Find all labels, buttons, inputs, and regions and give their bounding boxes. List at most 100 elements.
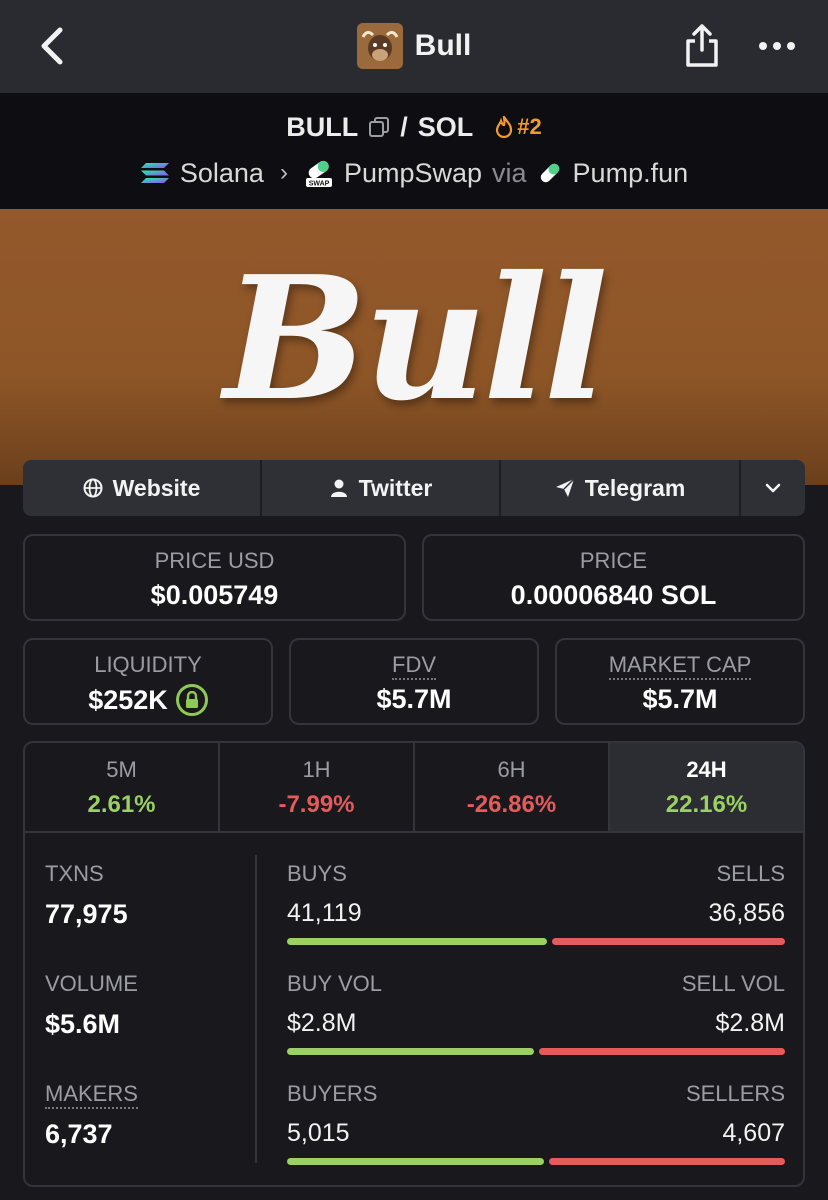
bull-icon [356,23,403,69]
flame-icon [496,116,513,138]
market-cap-value: $5.7M [642,684,718,714]
txns-value: 77,975 [45,899,128,929]
buyers-value: 5,015 [287,1119,350,1147]
chevron-right-icon: › [279,159,288,186]
lock-icon[interactable] [175,684,208,716]
via-label: via [492,157,527,188]
chain-breadcrumb: Solana › SWAP PumpSwap via Pump.fun [0,153,828,193]
sells-bar [551,938,785,945]
pair-separator: / [400,111,408,142]
stats-divider [255,855,257,1163]
more-links-button[interactable] [741,460,805,516]
buy-vol-label: BUY VOL [287,971,382,996]
fdv-label[interactable]: FDV [392,652,436,680]
user-icon [330,479,347,497]
tab-1h-label: 1H [302,757,331,782]
buys-label: BUYS [287,861,347,886]
buys-value: 41,119 [287,899,362,927]
buy-vol-bar [287,1048,534,1055]
base-symbol: BULL [286,111,359,142]
sells-value: 36,856 [708,899,785,927]
telegram-link[interactable]: Telegram [501,460,741,516]
copy-icon[interactable] [368,116,390,138]
trending-rank[interactable]: #2 [495,114,542,140]
tab-24h-change: 22.16% [665,791,748,818]
tab-6h-change: -26.86% [466,791,557,818]
price-native-value: 0.00006840 SOL [510,580,717,610]
liquidity-label: LIQUIDITY [94,652,202,677]
buyers-sellers-stat: BUYERS SELLERS 5,015 4,607 [287,1081,785,1165]
share-icon[interactable] [684,24,720,68]
price-usd-card: PRICE USD $0.005749 [23,534,406,621]
tab-24h-label: 24H [686,757,727,782]
makers-value: 6,737 [45,1119,113,1149]
chevron-down-icon [765,483,781,493]
volume-stat: VOLUME $5.6M [45,971,138,1040]
volume-label: VOLUME [45,971,138,996]
buyers-bar [287,1158,544,1165]
rank-label: #2 [517,114,542,139]
pumpswap-icon: SWAP [305,160,332,188]
timeframe-tabs: 5M 2.61% 1H -7.99% 6H -26.86% 24H 22.16% [25,743,803,833]
fdv-label-wrap: FDV [291,652,537,680]
tab-1h-change: -7.99% [278,791,355,818]
tab-5m-label: 5M [106,757,137,782]
globe-icon [83,478,103,498]
buys-bar [287,938,547,945]
tab-6h-label: 6H [497,757,526,782]
sells-label: SELLS [716,861,786,886]
website-link[interactable]: Website [23,460,262,516]
market-cap-label[interactable]: MARKET CAP [608,652,752,680]
tab-1h[interactable]: 1H -7.99% [220,743,415,831]
pair-header: BULL / SOL #2 Solana › SWAP PumpSwap via… [0,93,828,209]
price-native-card: PRICE 0.00006840 SOL [422,534,805,621]
buyers-label: BUYERS [287,1081,378,1106]
sell-vol-value: $2.8M [715,1009,785,1037]
market-cap-label-wrap: MARKET CAP [557,652,803,680]
tab-24h[interactable]: 24H 22.16% [610,743,803,831]
quote-symbol: SOL [417,111,474,142]
makers-stat: MAKERS 6,737 [45,1081,138,1150]
tab-5m[interactable]: 5M 2.61% [25,743,220,831]
token-banner: Bull [0,209,828,485]
makers-label[interactable]: MAKERS [45,1081,138,1109]
buy-sell-vol-stat: BUY VOL SELL VOL $2.8M $2.8M [287,971,785,1055]
sellers-value: 4,607 [722,1119,785,1147]
telegram-icon [555,478,575,497]
txns-label: TXNS [45,861,104,886]
sellers-bar [548,1158,785,1165]
solana-icon [140,163,169,183]
stats-panel: 5M 2.61% 1H -7.99% 6H -26.86% 24H 22.16%… [23,741,805,1187]
market-cap-card: MARKET CAP $5.7M [555,638,805,725]
dex-link[interactable]: PumpSwap [344,158,482,189]
twitter-link[interactable]: Twitter [262,460,501,516]
pill-icon [540,163,559,183]
sellers-label: SELLERS [685,1081,785,1106]
buy-vol-value: $2.8M [287,1009,357,1037]
buy-sell-vol-bar [287,1048,785,1055]
banner-logo: Bull [223,239,608,439]
buys-sells-bar [287,938,785,945]
txns-stat: TXNS 77,975 [45,861,128,930]
buyers-sellers-bar [287,1158,785,1165]
liquidity-value-row: $252K [25,684,271,716]
liquidity-card: LIQUIDITY $252K [23,638,273,725]
more-icon[interactable] [758,36,796,56]
chain-link[interactable]: Solana [180,158,264,189]
fdv-value: $5.7M [376,684,452,714]
tab-6h[interactable]: 6H -26.86% [415,743,610,831]
telegram-label: Telegram [584,474,686,501]
price-usd-label: PRICE USD [154,548,275,573]
buys-sells-stat: BUYS SELLS 41,119 36,856 [287,861,785,945]
page-title: Bull [414,29,472,62]
twitter-label: Twitter [358,474,433,501]
pair-title: BULL / SOL #2 [0,107,828,147]
liquidity-value: $252K [88,684,168,715]
launchpad-link[interactable]: Pump.fun [573,158,689,189]
volume-value: $5.6M [45,1009,121,1039]
sell-vol-label: SELL VOL [681,971,785,996]
social-links: Website Twitter Telegram [23,460,805,516]
svg-text:SWAP: SWAP [309,181,330,188]
sell-vol-bar [538,1048,785,1055]
price-native-label: PRICE [579,548,648,573]
